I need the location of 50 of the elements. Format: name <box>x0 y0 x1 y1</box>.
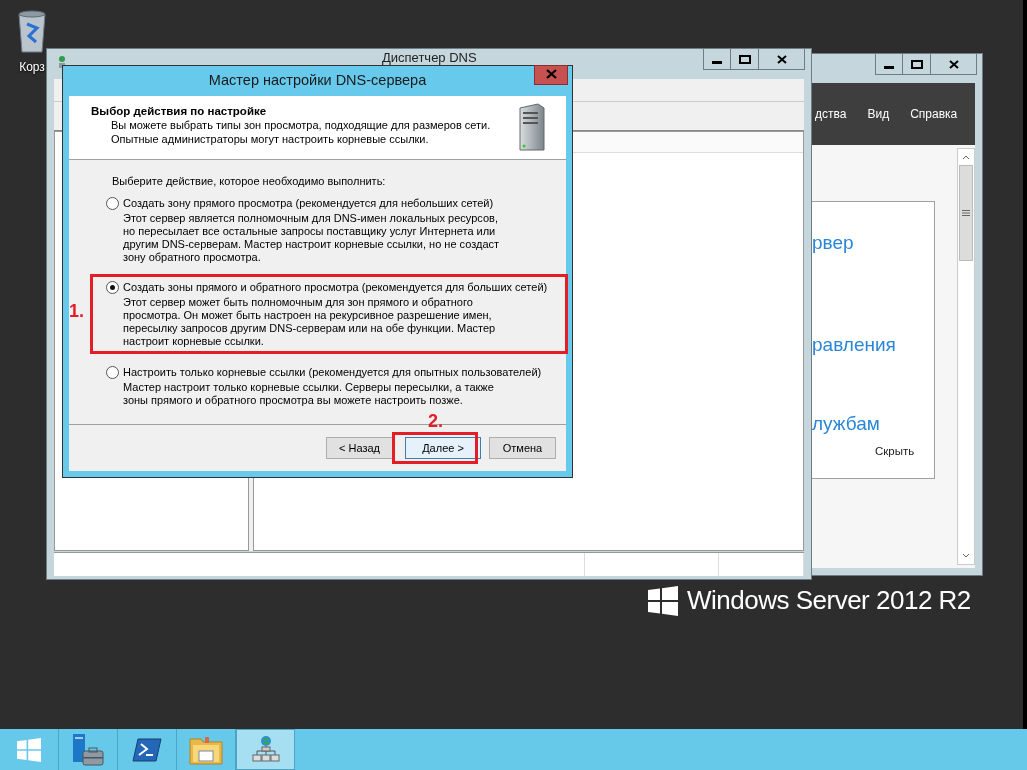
menu-item[interactable]: дства <box>815 107 858 121</box>
menu-item[interactable]: Вид <box>863 107 901 121</box>
window-title: Диспетчер DNS <box>382 50 477 65</box>
option-description: Этот сервер может быть полномочным для зон прямого и обратного просмотра. Он может быть настроен на рекурсивное разрешение имен, пересылку запросов другим DNS-серверам или на обе функции. Мастер настроит корневые ссылки. <box>122 296 497 348</box>
welcome-link[interactable]: равления <box>812 334 896 356</box>
os-brand-text: Windows Server 2012 R2 <box>687 585 971 616</box>
cancel-button[interactable]: Отмена <box>489 437 556 459</box>
option-description: Мастер настроит только корневые ссылки. Серверы пересылки, а также зоны прямого и обратного просмотра вы можете настроить позже. <box>122 381 495 407</box>
dialog-title: Мастер настройки DNS-сервера <box>208 72 427 88</box>
radio-button[interactable] <box>106 280 119 294</box>
option-description: Этот сервер является полномочным для DNS-имен локальных ресурсов, но пересылает все остальные запросы поставщику услуг Интернета или другим DNS-серверам. Мастер настроит корневые ссылки, но не создаст зону обратного просмотра. <box>122 212 501 264</box>
maximize-button[interactable] <box>903 54 931 75</box>
folder-icon <box>189 734 223 765</box>
maximize-button[interactable] <box>731 49 759 70</box>
server-toolbox-icon <box>71 732 105 767</box>
taskbar-button[interactable] <box>236 729 295 770</box>
step-heading: Выбор действия по настройке <box>91 105 268 117</box>
back-button[interactable]: < Назад <box>326 437 393 459</box>
close-icon <box>948 59 959 69</box>
option-label[interactable]: Создать зону прямого просмотра (рекомендуется для небольших сетей) <box>123 197 494 209</box>
menu-item[interactable]: Справка <box>906 107 969 121</box>
scrollbar[interactable] <box>957 148 975 565</box>
step-description: Опытные администраторы могут настроить корневые ссылки. <box>110 132 430 146</box>
powershell-icon <box>132 736 162 763</box>
minimize-button[interactable] <box>703 49 731 70</box>
desktop-icon-label: Корз <box>19 60 45 74</box>
step-number: 1. <box>69 301 84 322</box>
radio-button[interactable] <box>106 365 119 379</box>
close-button[interactable] <box>759 49 805 70</box>
radio-button[interactable] <box>106 196 119 210</box>
welcome-link[interactable]: лужбам <box>812 413 880 435</box>
close-icon <box>545 69 557 79</box>
step-number: 2. <box>428 411 443 432</box>
option-label[interactable]: Настроить только корневые ссылки (рекомендуется для опытных пользователей) <box>123 366 542 378</box>
dns-app-icon <box>57 55 67 69</box>
grip-icon <box>962 210 970 216</box>
dns-network-icon <box>251 734 280 765</box>
server-icon <box>518 102 546 152</box>
close-icon <box>776 54 787 64</box>
prompt-text: Выберите действие, которое необходимо выполнить: <box>111 175 387 187</box>
hide-link[interactable]: Скрыть <box>875 445 915 457</box>
next-button[interactable]: Далее > <box>405 437 481 459</box>
recycle-bin-icon[interactable] <box>17 10 47 54</box>
windows-logo-icon <box>17 737 41 762</box>
welcome-link[interactable]: рвер <box>812 232 854 254</box>
close-button[interactable] <box>931 54 977 75</box>
step-description: Вы можете выбрать типы зон просмотра, подходящие для размеров сети. <box>110 119 491 133</box>
windows-logo-icon <box>648 585 678 616</box>
option-label[interactable]: Создать зоны прямого и обратного просмотра (рекомендуется для больших сетей) <box>123 281 548 293</box>
minimize-button[interactable] <box>875 54 903 75</box>
